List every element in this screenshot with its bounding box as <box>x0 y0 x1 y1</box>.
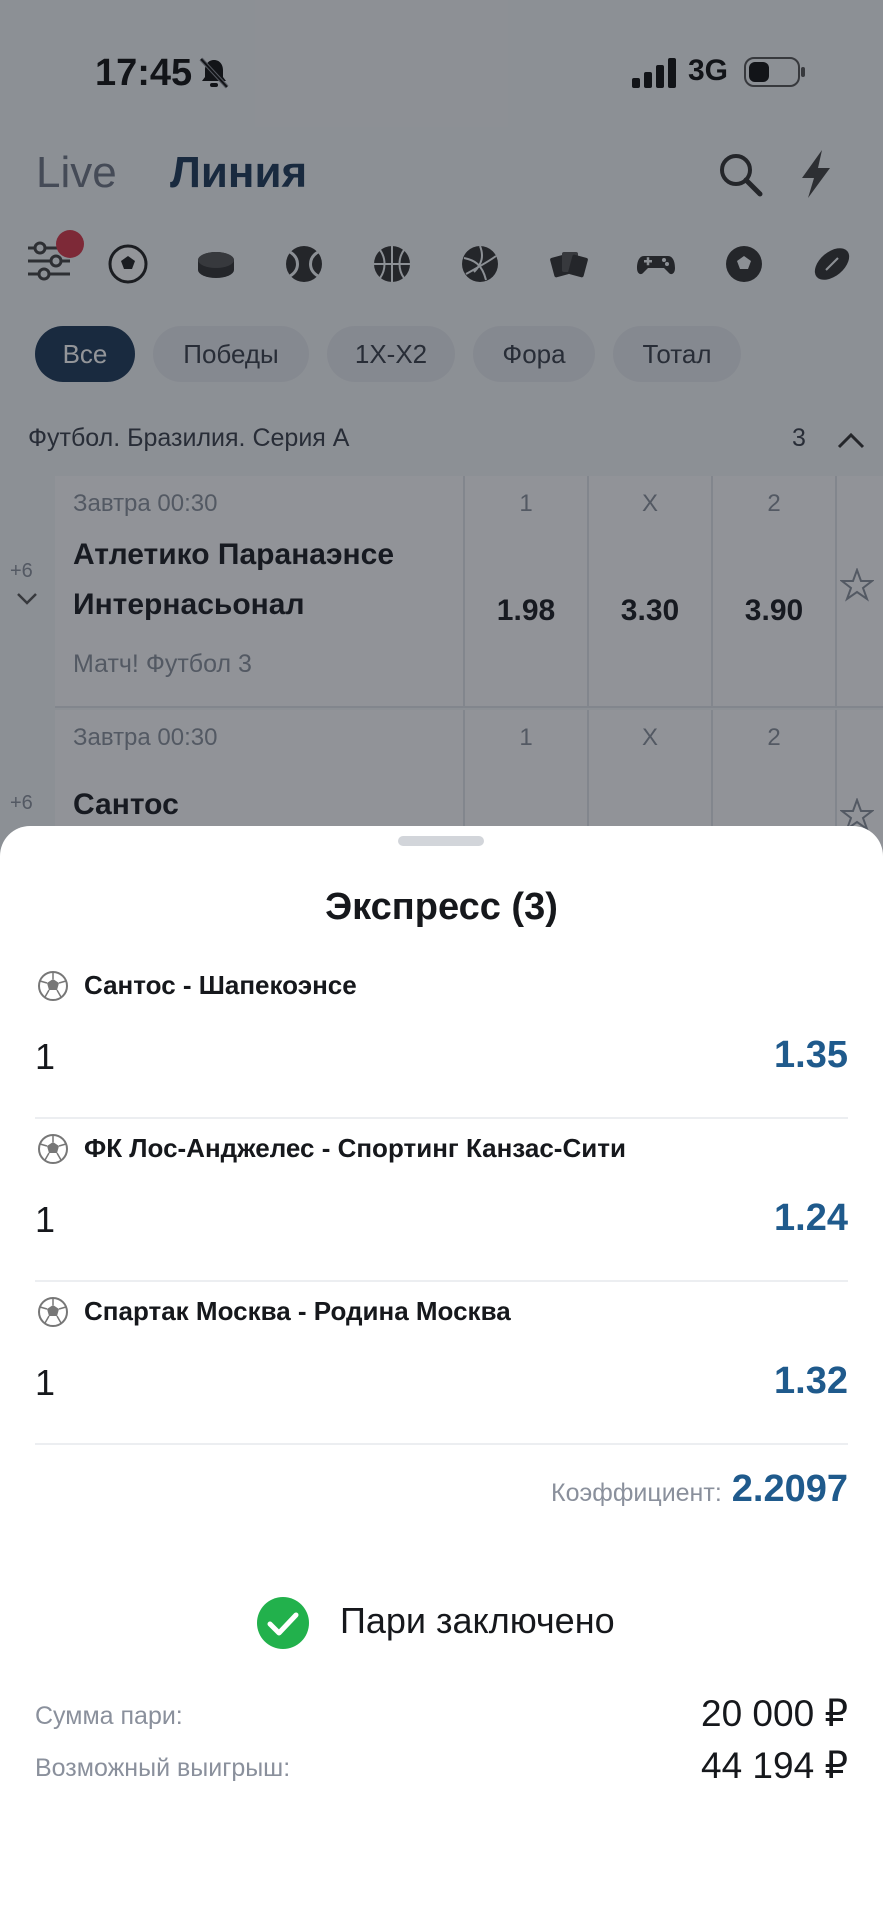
bet-match-name: Спартак Москва - Родина Москва <box>84 1296 511 1326</box>
bet-item: Спартак Москва - Родина Москва 1 1.32 <box>35 1282 848 1445</box>
check-circle-icon <box>257 1597 309 1649</box>
bet-outcome: 1 <box>35 1362 56 1403</box>
bet-match-name: Сантос - Шапекоэнсе <box>84 970 357 1000</box>
sheet-grabber[interactable] <box>398 836 484 846</box>
possible-win-value: 44 194 ₽ <box>701 1745 848 1786</box>
stake-value: 20 000 ₽ <box>701 1693 848 1734</box>
football-icon <box>38 1297 68 1327</box>
football-icon <box>38 1134 68 1164</box>
divider <box>35 1443 848 1445</box>
football-icon <box>38 971 68 1001</box>
bet-slip-sheet: Экспресс (3) Сантос - Шапекоэнсе 1 1.35 … <box>0 826 883 1920</box>
stake-label: Сумма пари: <box>35 1702 183 1730</box>
stake-row: Сумма пари: 20 000 ₽ <box>35 1692 848 1742</box>
bet-coefficient: 1.35 <box>774 1034 848 1076</box>
total-coefficient-label: Коэффициент: <box>551 1479 722 1507</box>
bet-success-banner: Пари заключено <box>0 1592 883 1662</box>
possible-win-label: Возможный выигрыш: <box>35 1754 291 1782</box>
bet-outcome: 1 <box>35 1036 56 1077</box>
sheet-title: Экспресс (3) <box>325 886 558 928</box>
total-coefficient-value: 2.2097 <box>731 1468 848 1510</box>
bet-item: Сантос - Шапекоэнсе 1 1.35 <box>35 956 848 1119</box>
possible-win-row: Возможный выигрыш: 44 194 ₽ <box>35 1744 848 1794</box>
bet-match-name: ФК Лос-Анджелес - Спортинг Канзас-Сити <box>84 1133 626 1163</box>
bet-coefficient: 1.32 <box>774 1360 848 1402</box>
bet-success-text: Пари заключено <box>340 1600 615 1641</box>
bet-coefficient: 1.24 <box>774 1197 848 1239</box>
total-coefficient-row: Коэффициент: 2.2097 <box>551 1468 848 1518</box>
bet-item: ФК Лос-Анджелес - Спортинг Канзас-Сити 1… <box>35 1119 848 1282</box>
bet-outcome: 1 <box>35 1199 56 1240</box>
